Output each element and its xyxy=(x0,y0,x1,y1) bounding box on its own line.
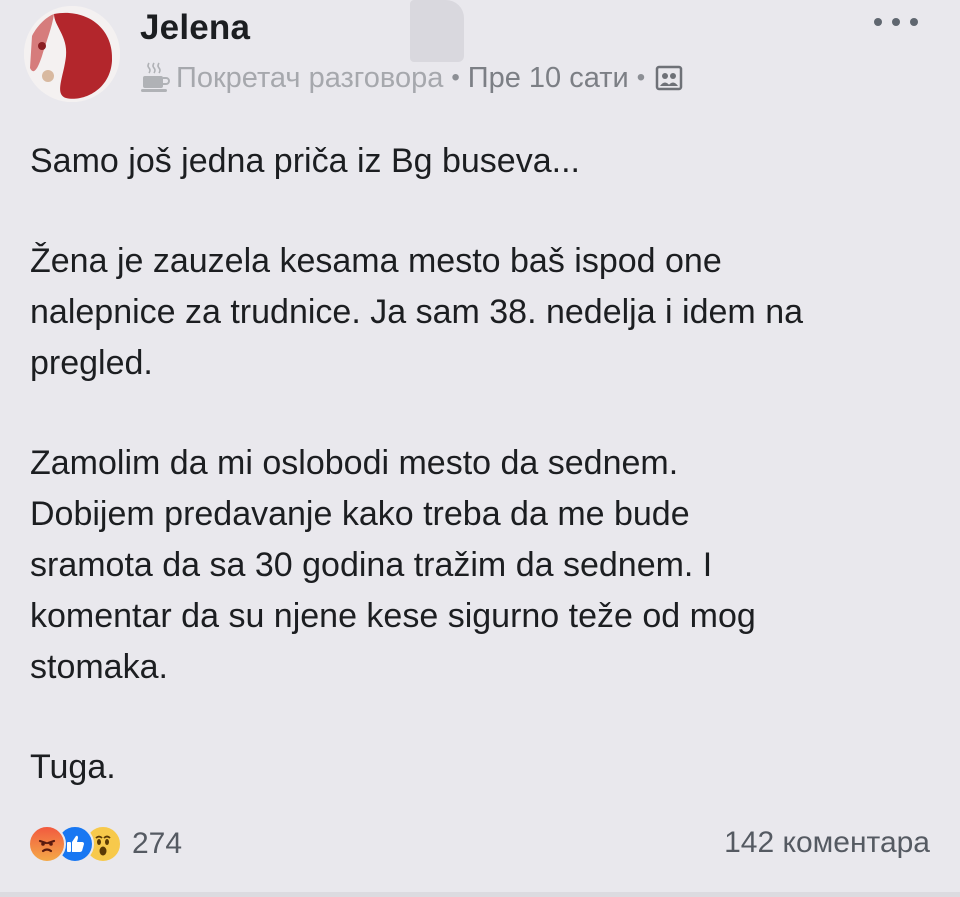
angry-reaction-icon xyxy=(28,825,66,863)
post-card: Jelena Покретач разговора • Пре 10 сати … xyxy=(0,0,960,897)
coffee-cup-icon xyxy=(141,62,170,92)
post-meta: Покретач разговора • Пре 10 сати • xyxy=(140,58,683,98)
meta-separator: • xyxy=(636,64,646,91)
group-audience-icon xyxy=(655,65,683,91)
reactions-summary[interactable]: 274 xyxy=(28,824,182,864)
post-paragraph: Zamolim da mi oslobodi mesto da sednem. … xyxy=(30,444,756,686)
divider xyxy=(0,892,960,897)
author-name[interactable]: Jelena xyxy=(140,8,250,48)
meta-separator: • xyxy=(451,64,460,91)
dot-icon xyxy=(874,18,882,26)
reaction-count[interactable]: 274 xyxy=(132,827,182,861)
post-text: Samo još jedna priča iz Bg buseva... Žen… xyxy=(30,136,935,842)
post-paragraph: Žena je zauzela kesama mesto baš ispod o… xyxy=(30,242,804,382)
post-paragraph: Tuga. xyxy=(30,748,116,786)
post-paragraph: Samo još jedna priča iz Bg buseva... xyxy=(30,142,580,180)
more-options-icon[interactable] xyxy=(874,12,918,32)
author-avatar[interactable] xyxy=(24,6,120,102)
dot-icon xyxy=(892,18,900,26)
dot-icon xyxy=(910,18,918,26)
comment-count[interactable]: 142 коментара xyxy=(724,826,930,860)
badge-label[interactable]: Покретач разговора xyxy=(176,62,443,95)
post-timestamp[interactable]: Пре 10 сати xyxy=(468,62,629,95)
redacted-area xyxy=(410,0,464,62)
